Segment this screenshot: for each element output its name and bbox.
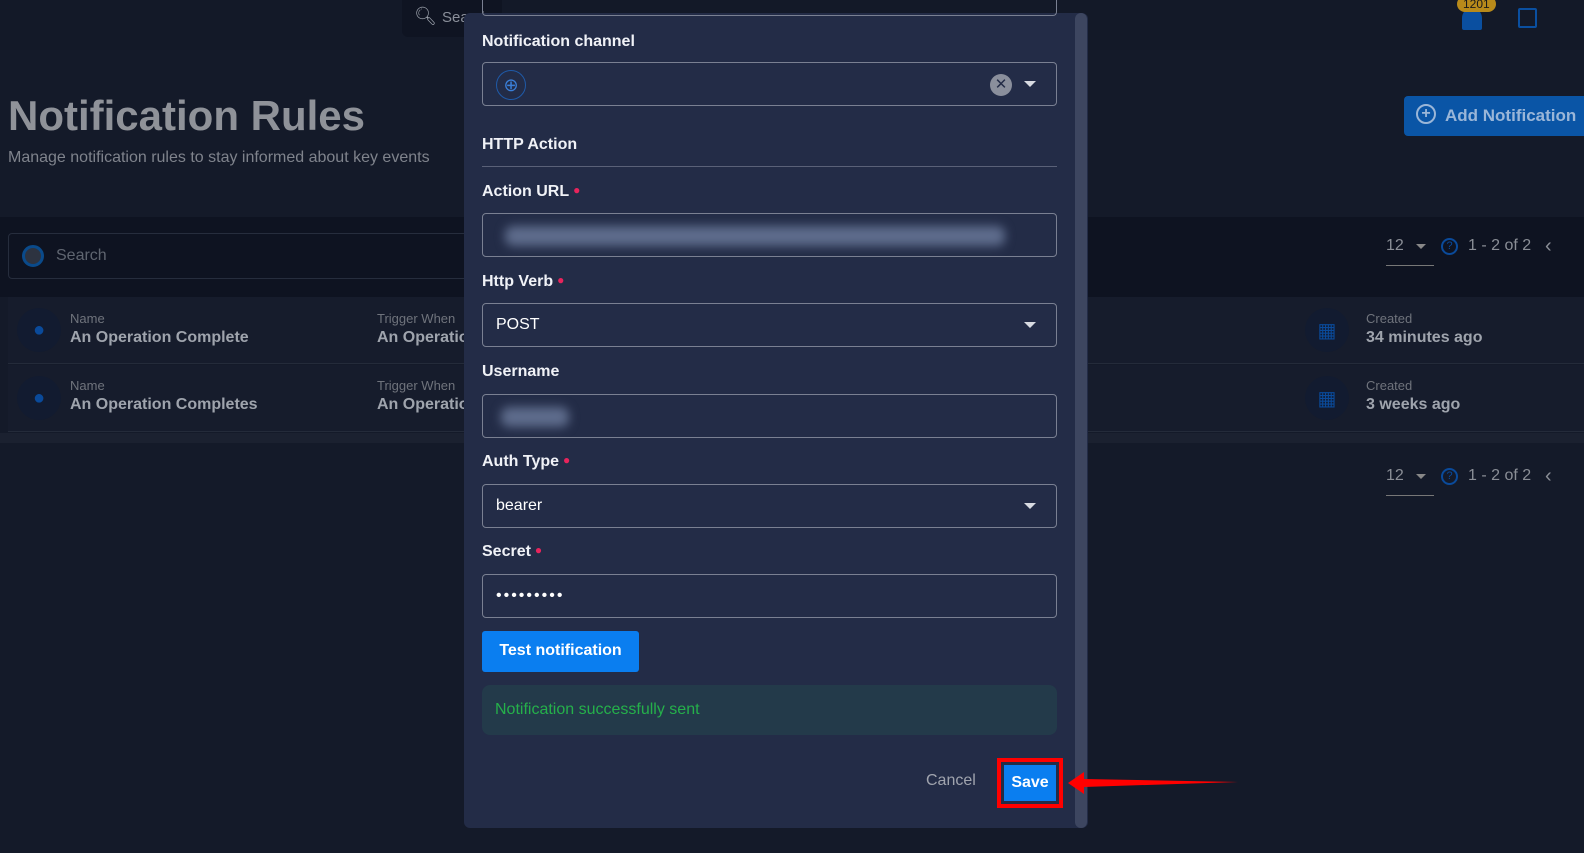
cancel-button[interactable]: Cancel (926, 772, 976, 790)
trigger-label: Trigger When (377, 378, 456, 393)
auth-type-label: Auth Type ● (482, 453, 570, 471)
trigger-label: Trigger When (377, 311, 456, 326)
channel-label: Notification channel (482, 33, 635, 50)
caret-down-icon[interactable] (1024, 81, 1036, 87)
channel-select[interactable]: ⊕ ✕ (482, 62, 1057, 106)
label-text: Action URL (482, 183, 570, 200)
search-placeholder: Search (56, 247, 107, 264)
section-divider (482, 166, 1057, 167)
calendar-icon: ▦ (1305, 376, 1349, 420)
required-indicator: ● (573, 183, 581, 197)
label-text: Secret (482, 543, 531, 560)
caret-down-icon (1416, 474, 1426, 479)
pagination-range-bottom: 1 - 2 of 2 (1468, 467, 1532, 484)
http-verb-value: POST (496, 316, 540, 333)
list-search-input[interactable]: Search (8, 233, 478, 279)
required-indicator: ● (563, 453, 571, 467)
http-verb-select[interactable]: POST (482, 303, 1057, 347)
trigger-value: An Operatio (377, 396, 469, 413)
page-size-value: 12 (1386, 467, 1404, 484)
secret-label: Secret ● (482, 543, 542, 561)
search-icon (22, 245, 44, 267)
auth-type-select[interactable]: bearer (482, 484, 1057, 528)
action-url-label: Action URL ● (482, 183, 580, 201)
bell-icon: ● (17, 308, 61, 352)
caret-down-icon (1024, 503, 1036, 509)
redacted-value (505, 226, 1005, 246)
save-highlight: Save (997, 758, 1063, 808)
secret-input[interactable]: ••••••••• (482, 574, 1057, 618)
rule-name: An Operation Complete (70, 329, 249, 346)
previous-field[interactable] (482, 0, 1057, 16)
name-label: Name (70, 311, 105, 326)
calendar-icon: ▦ (1305, 308, 1349, 352)
created-label: Created (1366, 378, 1413, 393)
auth-type-value: bearer (496, 497, 543, 514)
required-indicator: ● (534, 543, 543, 557)
page-size-select[interactable]: 12 (1386, 237, 1434, 266)
help-icon[interactable]: ? (1441, 468, 1458, 485)
save-button[interactable]: Save (1004, 765, 1056, 801)
username-input[interactable] (482, 394, 1057, 438)
created-value: 3 weeks ago (1366, 396, 1461, 413)
help-icon[interactable]: ? (1441, 238, 1458, 255)
http-verb-label: Http Verb ● (482, 273, 564, 291)
action-url-input[interactable] (482, 213, 1057, 257)
globe-icon: ⊕ (496, 70, 526, 100)
secret-value: ••••••••• (496, 587, 565, 604)
page-title: Notification Rules (8, 92, 366, 139)
annotation-arrow (1068, 772, 1238, 794)
search-icon: 🔍︎ (414, 6, 437, 26)
rule-name: An Operation Completes (70, 396, 258, 413)
add-notification-button[interactable]: + Add Notification (1404, 96, 1584, 136)
pagination-range: 1 - 2 of 2 (1468, 237, 1532, 254)
clear-icon[interactable]: ✕ (990, 74, 1012, 96)
caret-down-icon (1416, 244, 1426, 249)
section-title: HTTP Action (482, 136, 578, 153)
document-icon[interactable] (1518, 8, 1537, 28)
plus-circle-icon: + (1416, 104, 1436, 124)
success-alert: Notification successfully sent (482, 685, 1057, 735)
test-notification-button[interactable]: Test notification (482, 631, 639, 672)
page-size-value: 12 (1386, 237, 1404, 254)
caret-down-icon (1024, 322, 1036, 328)
label-text: Auth Type (482, 453, 560, 470)
label-text: Http Verb (482, 273, 554, 290)
username-label: Username (482, 363, 560, 380)
redacted-value (501, 407, 569, 427)
created-label: Created (1366, 311, 1413, 326)
trigger-value: An Operatio (377, 329, 469, 346)
add-notification-label: Add Notification (1445, 106, 1577, 125)
prev-page-icon[interactable]: ‹ (1545, 465, 1552, 488)
name-label: Name (70, 378, 105, 393)
modal-scrollbar[interactable] (1075, 13, 1087, 828)
page-size-select-bottom[interactable]: 12 (1386, 467, 1434, 496)
required-indicator: ● (557, 273, 565, 287)
page-subtitle: Manage notification rules to stay inform… (8, 149, 430, 166)
bell-icon: ● (17, 376, 61, 420)
prev-page-icon[interactable]: ‹ (1545, 235, 1552, 258)
created-value: 34 minutes ago (1366, 329, 1483, 346)
notification-badge: 1201 (1457, 0, 1496, 12)
